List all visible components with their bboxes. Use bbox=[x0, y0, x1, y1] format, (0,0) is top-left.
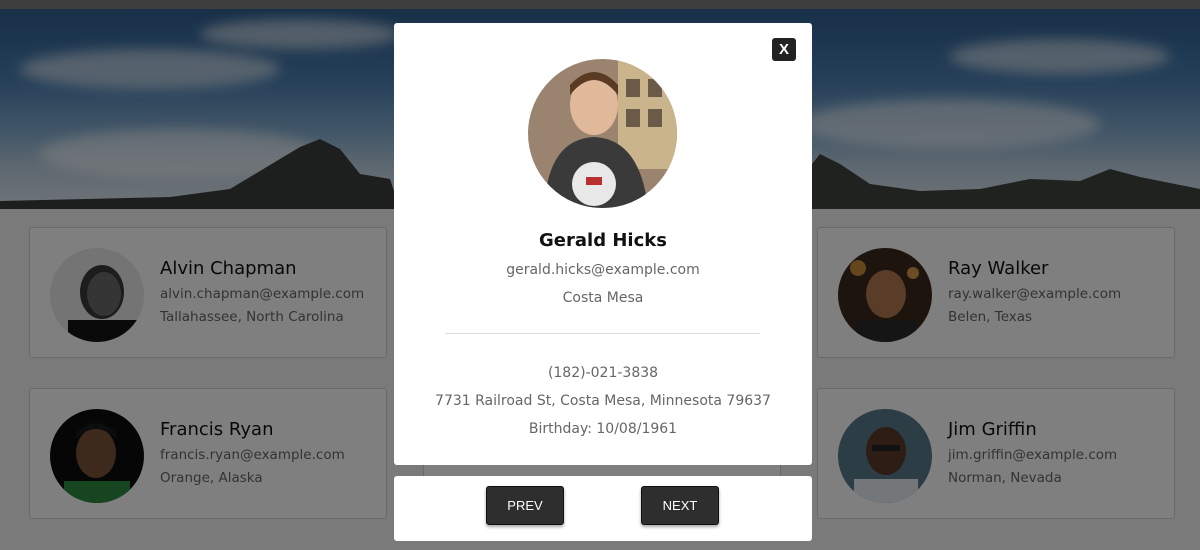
modal-email: gerald.hicks@example.com bbox=[506, 262, 700, 278]
modal-nav: PREV NEXT bbox=[394, 476, 812, 541]
close-button[interactable]: X bbox=[772, 38, 796, 61]
modal-divider bbox=[445, 333, 760, 334]
modal-birthday: Birthday: 10/08/1961 bbox=[528, 421, 678, 437]
modal-phone: (182)-021-3838 bbox=[547, 365, 659, 381]
next-button[interactable]: NEXT bbox=[641, 486, 719, 525]
modal-address: 7731 Railroad St, Costa Mesa, Minnesota … bbox=[435, 393, 771, 409]
modal-city: Costa Mesa bbox=[562, 290, 644, 306]
modal-avatar bbox=[528, 59, 677, 208]
modal-name: Gerald Hicks bbox=[539, 230, 667, 251]
prev-button[interactable]: PREV bbox=[486, 486, 564, 525]
employee-modal: X Gerald Hicks gerald.hicks@example.com … bbox=[394, 23, 812, 465]
